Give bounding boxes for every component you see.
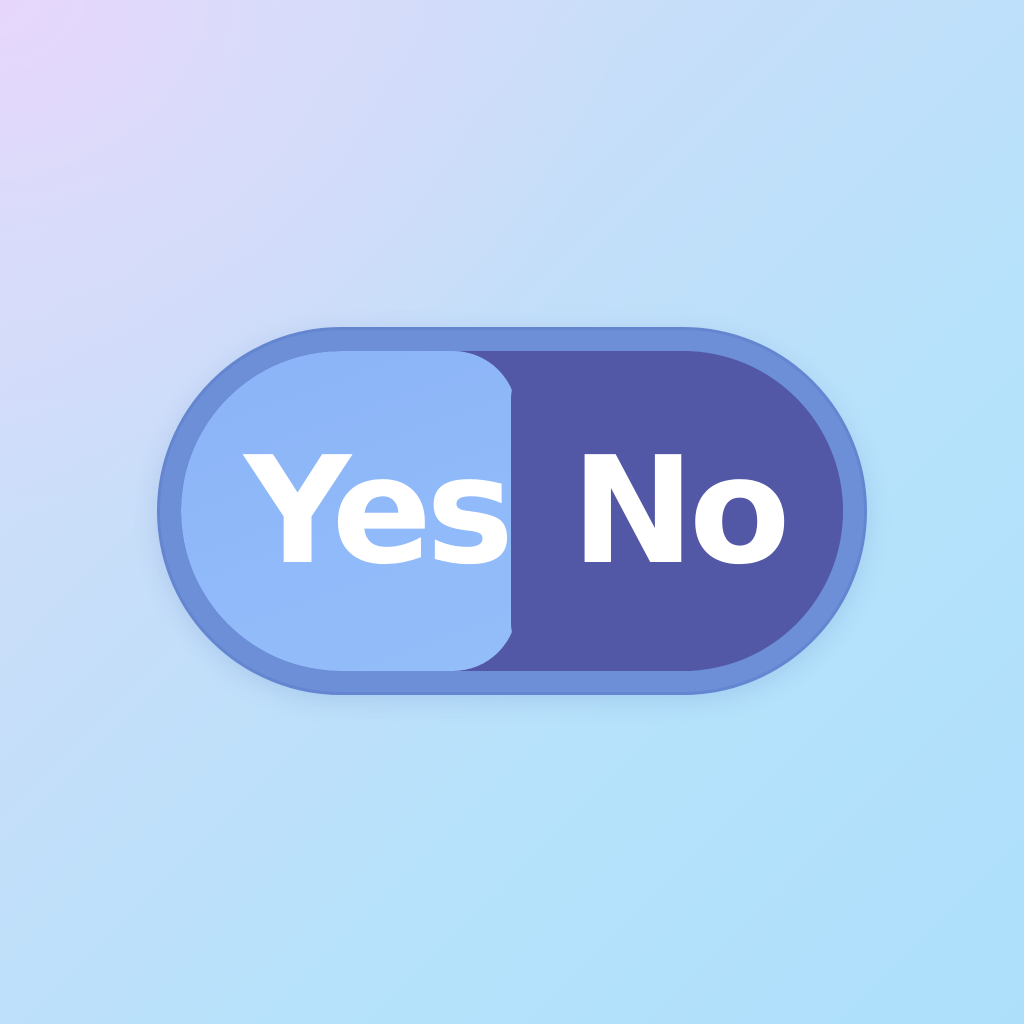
yes-label: Yes	[244, 425, 514, 597]
yes-no-toggle[interactable]: Yes No	[157, 327, 867, 695]
toggle-track: Yes No	[181, 351, 843, 671]
no-label: No	[571, 425, 791, 597]
